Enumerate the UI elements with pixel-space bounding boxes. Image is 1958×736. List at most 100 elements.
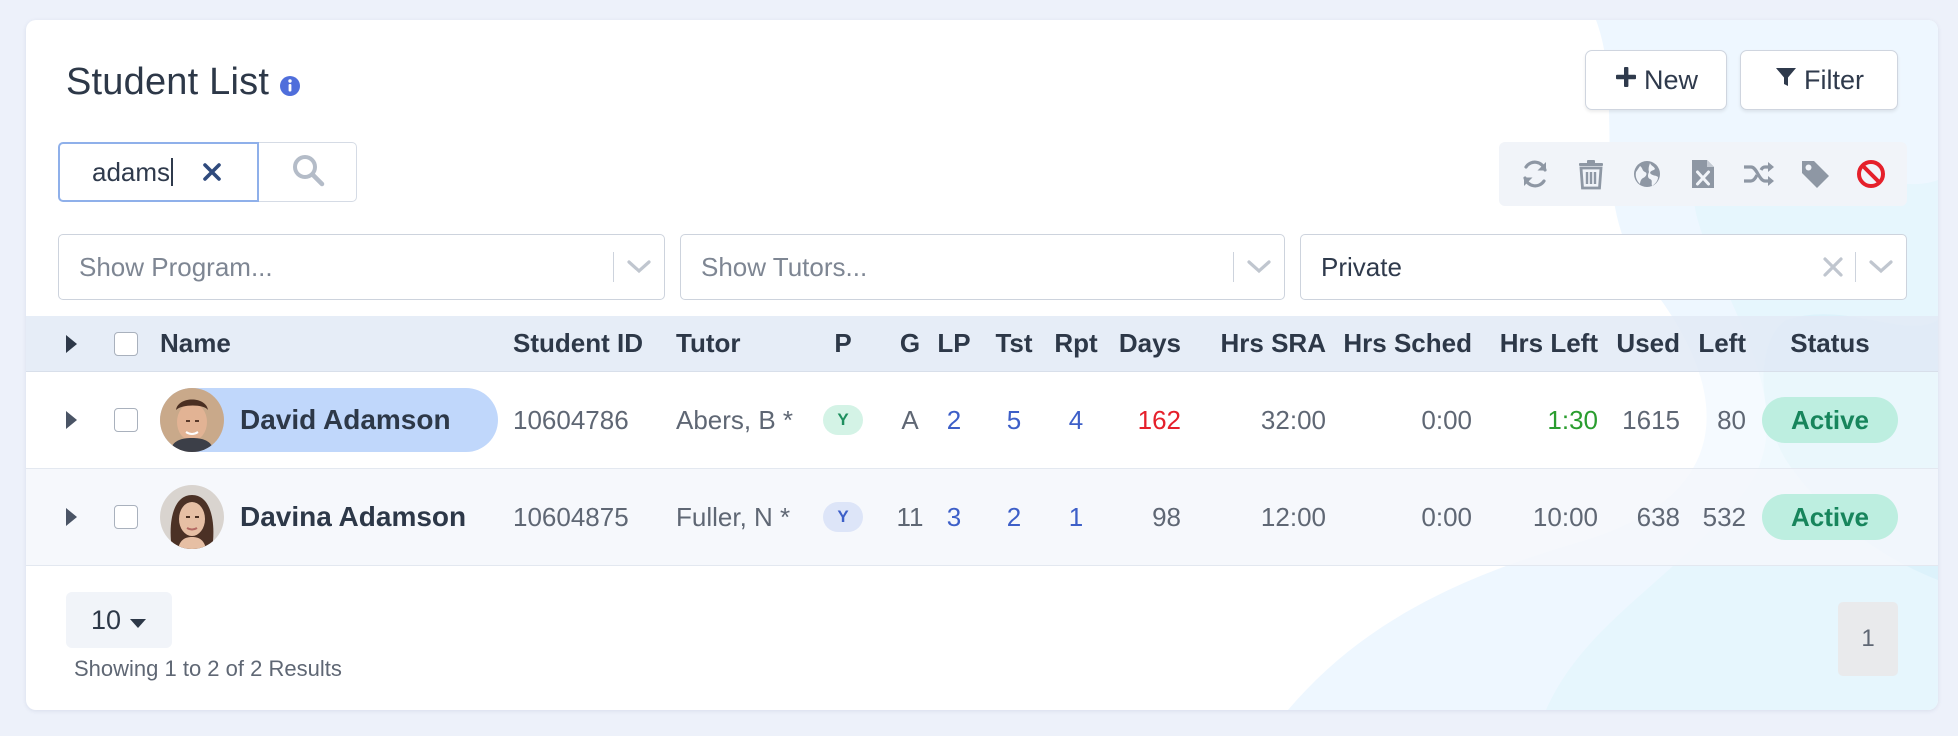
filter-button-label: Filter — [1804, 64, 1864, 95]
globe-icon[interactable] — [1627, 154, 1667, 194]
column-header-student-id[interactable]: Student ID — [513, 316, 643, 371]
student-name-chip[interactable]: Davina Adamson — [160, 485, 494, 549]
page-button-1[interactable]: 1 — [1838, 602, 1898, 676]
column-header-tst[interactable]: Tst — [986, 316, 1042, 371]
search-input-value: adams — [92, 156, 171, 187]
checkbox-box — [114, 408, 138, 432]
page-title: Student List — [66, 58, 301, 107]
hrs-sra-cell: 12:00 — [1260, 501, 1326, 532]
student-type-select[interactable]: Private — [1300, 234, 1907, 300]
page-size-value: 10 — [90, 604, 122, 635]
column-header-g[interactable]: G — [890, 316, 930, 371]
student-name: Davina Adamson — [240, 501, 467, 532]
hrs-left-cell: 1:30 — [1547, 404, 1598, 435]
column-header-rpt[interactable]: Rpt — [1048, 316, 1104, 371]
status-badge: Active — [1762, 397, 1898, 443]
used-cell: 638 — [1636, 501, 1680, 532]
select-all-checkbox[interactable] — [114, 316, 142, 371]
chevron-down-icon[interactable] — [1856, 259, 1906, 275]
column-header-used[interactable]: Used — [1608, 316, 1680, 371]
table-header: Name Student ID Tutor P G LP Tst Rpt Day… — [26, 316, 1938, 372]
status-badge: Active — [1762, 494, 1898, 540]
checkbox-box — [114, 505, 138, 529]
hrs-sched-cell: 0:00 — [1421, 501, 1472, 532]
hrs-left-cell: 10:00 — [1532, 501, 1598, 532]
column-header-left[interactable]: Left — [1686, 316, 1746, 371]
tutor-cell: Fuller, N * — [676, 501, 791, 532]
rpt-cell[interactable]: 4 — [1048, 372, 1104, 468]
new-button-label: New — [1643, 64, 1698, 95]
program-cell: Y — [818, 372, 868, 468]
trash-icon[interactable] — [1571, 154, 1611, 194]
column-header-status[interactable]: Status — [1762, 316, 1898, 371]
grade-cell: A — [901, 404, 919, 435]
clear-selection-icon[interactable] — [1811, 256, 1855, 278]
filter-icon — [1774, 65, 1798, 96]
clear-icon[interactable] — [200, 160, 224, 191]
column-header-hrs-sra[interactable]: Hrs SRA — [1206, 316, 1326, 371]
action-toolbar — [1499, 142, 1907, 206]
row-checkbox[interactable] — [114, 469, 142, 565]
excel-file-icon[interactable] — [1683, 154, 1723, 194]
tag-icon[interactable] — [1795, 154, 1835, 194]
tutors-select[interactable]: Show Tutors... — [680, 234, 1285, 300]
search-button[interactable] — [259, 142, 357, 202]
program-badge: Y — [823, 502, 863, 532]
search-icon — [291, 153, 325, 192]
tutor-cell: Abers, B * — [676, 404, 794, 435]
refresh-icon[interactable] — [1515, 154, 1555, 194]
filter-button[interactable]: Filter — [1740, 50, 1898, 110]
results-summary: Showing 1 to 2 of 2 Results — [74, 656, 342, 681]
status-cell: Active — [1762, 372, 1898, 468]
column-header-name[interactable]: Name — [160, 316, 231, 371]
program-badge: Y — [823, 405, 863, 435]
hrs-sched-cell: 0:00 — [1421, 404, 1472, 435]
student-id-cell: 10604786 — [513, 404, 629, 435]
expand-row-icon[interactable] — [64, 372, 88, 468]
lp-cell[interactable]: 3 — [930, 469, 978, 565]
days-cell: 162 — [1137, 404, 1181, 435]
column-header-lp[interactable]: LP — [930, 316, 978, 371]
caret-down-icon — [129, 605, 147, 636]
left-cell: 80 — [1717, 404, 1746, 435]
student-name-cell[interactable]: Davina Adamson — [160, 469, 494, 565]
search-group: adams — [58, 142, 357, 202]
tst-cell[interactable]: 5 — [986, 372, 1042, 468]
student-list-card: Student List New Filter adams Show Progr… — [26, 20, 1938, 710]
tst-cell[interactable]: 2 — [986, 469, 1042, 565]
used-cell: 1615 — [1622, 404, 1680, 435]
table-row[interactable]: David Adamson 10604786 Abers, B * Y A 2 … — [26, 372, 1938, 469]
text-caret — [171, 158, 174, 186]
program-select-placeholder: Show Program... — [79, 251, 273, 282]
table-row[interactable]: Davina Adamson 10604875 Fuller, N * Y 11… — [26, 469, 1938, 566]
ban-icon[interactable] — [1851, 154, 1891, 194]
student-name-cell[interactable]: David Adamson — [160, 372, 498, 468]
search-input[interactable]: adams — [58, 142, 259, 202]
shuffle-icon[interactable] — [1739, 154, 1779, 194]
program-select[interactable]: Show Program... — [58, 234, 665, 300]
status-cell: Active — [1762, 469, 1898, 565]
column-header-tutor[interactable]: Tutor — [676, 316, 741, 371]
avatar — [160, 388, 224, 452]
program-cell: Y — [818, 469, 868, 565]
lp-cell[interactable]: 2 — [930, 372, 978, 468]
row-checkbox[interactable] — [114, 372, 142, 468]
column-header-days[interactable]: Days — [1106, 316, 1181, 371]
student-type-select-value: Private — [1321, 251, 1402, 282]
avatar — [160, 485, 224, 549]
column-header-p[interactable]: P — [818, 316, 868, 371]
student-name: David Adamson — [240, 404, 451, 435]
new-button[interactable]: New — [1585, 50, 1727, 110]
student-name-chip[interactable]: David Adamson — [160, 388, 498, 452]
expand-all-icon[interactable] — [64, 316, 88, 371]
rpt-cell[interactable]: 1 — [1048, 469, 1104, 565]
info-icon[interactable] — [279, 64, 301, 107]
expand-row-icon[interactable] — [64, 469, 88, 565]
column-header-hrs-left[interactable]: Hrs Left — [1486, 316, 1598, 371]
left-cell: 532 — [1702, 501, 1746, 532]
chevron-down-icon[interactable] — [614, 259, 664, 275]
page-size-dropdown[interactable]: 10 — [66, 592, 172, 648]
column-header-hrs-sched[interactable]: Hrs Sched — [1336, 316, 1472, 371]
chevron-down-icon[interactable] — [1234, 259, 1284, 275]
days-cell: 98 — [1152, 501, 1181, 532]
